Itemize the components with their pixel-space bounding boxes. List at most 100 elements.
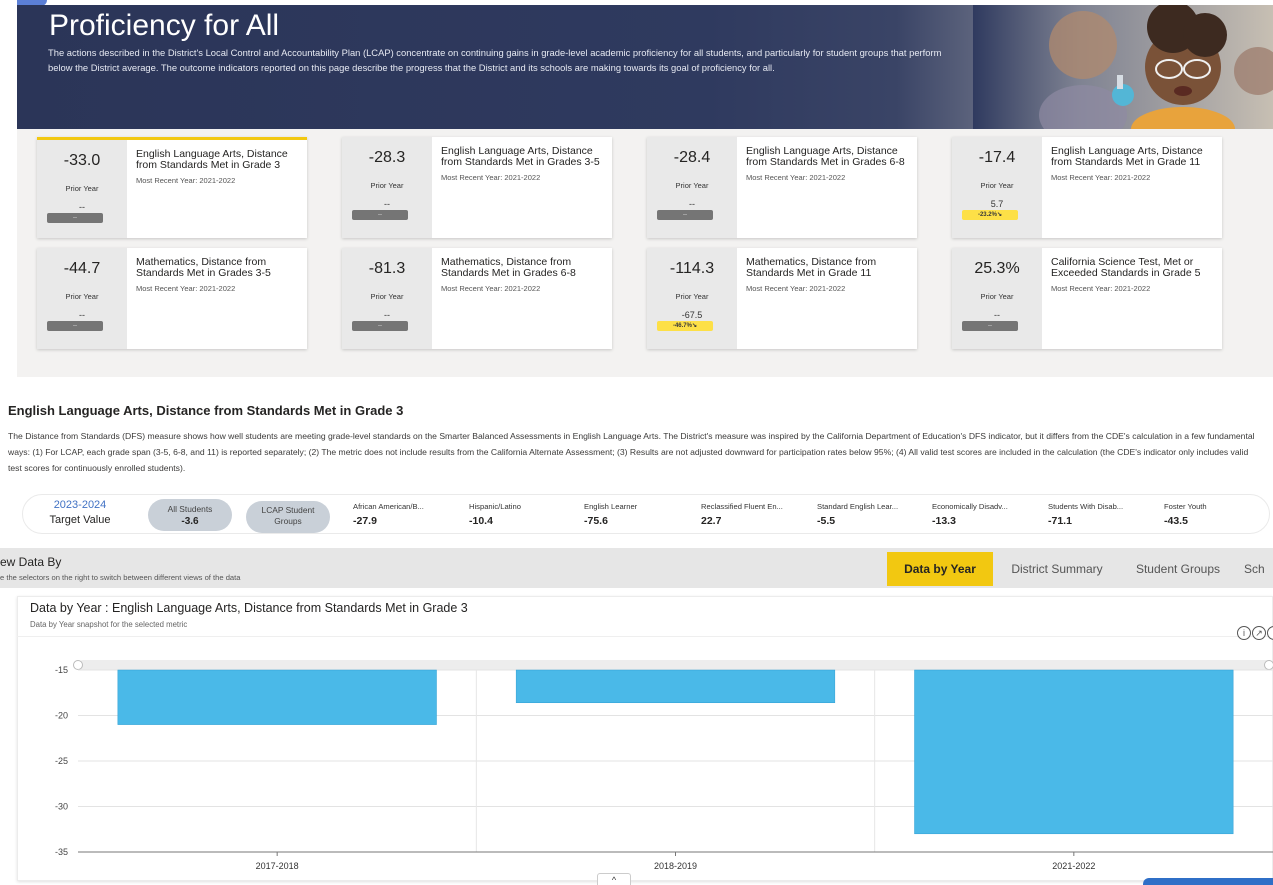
card-metric-name: California Science Test, Met or Exceeded… [1051,256,1201,279]
card-kpi: -17.4 Prior Year 5.7 -23.2%↘ [952,137,1042,238]
chevron-up-icon[interactable]: ^ [597,873,631,885]
group-value: -10.4 [469,515,493,527]
card-change-badge: -23.2%↘ [962,210,1018,220]
card-prior-label: Prior Year [675,181,709,190]
card-value: -17.4 [978,149,1016,166]
card-prior-label: Prior Year [980,292,1014,301]
corner-indicator [1143,878,1273,885]
card-details: English Language Arts, Distance from Sta… [127,140,307,238]
view-data-subtitle: e the selectors on the right to switch b… [0,573,241,582]
card-value: -81.3 [368,260,406,277]
card-change-badge: -- [352,210,408,220]
group-name: African American/B... [353,502,424,511]
tab-data-by-year[interactable]: Data by Year [887,552,993,586]
view-data-title: ew Data By [0,555,62,569]
group-name: Standard English Lear... [817,502,899,511]
card-value: -33.0 [63,152,101,169]
group-value: -43.5 [1164,515,1188,527]
lcap-student-groups-pill[interactable]: LCAP Student Groups [246,501,330,533]
all-students-pill[interactable]: All Students -3.6 [148,499,232,531]
student-group-target: Foster Youth -43.5 [1164,502,1273,527]
tab-schools[interactable]: Sch [1244,552,1273,586]
card-prior-label: Prior Year [370,292,404,301]
metric-card[interactable]: 25.3% Prior Year -- -- California Science Te… [952,248,1222,349]
group-name: Hispanic/Latino [469,502,521,511]
card-metric-name: English Language Arts, Distance from Sta… [441,145,600,168]
card-details: English Language Arts, Distance from Sta… [737,137,917,238]
data-by-year-chart: -15 -20 -25 -30 -35 2017-2018 2018-2019 2021-20… [55,665,1273,871]
group-name: Students With Disab... [1048,502,1124,511]
card-recent-year: Most Recent Year: 2021-2022 [441,173,541,182]
card-recent-year: Most Recent Year: 2021-2022 [136,176,236,185]
x-tick-label: 2021-2022 [1052,861,1095,871]
card-prior-label: Prior Year [65,292,99,301]
student-group-target: Hispanic/Latino -10.4 [469,502,579,527]
card-kpi: 25.3% Prior Year -- -- [952,248,1042,349]
y-tick-label: -20 [55,711,68,721]
card-metric-name: Mathematics, Distance from Standards Met… [746,256,877,279]
bar [117,669,437,725]
student-group-target: English Learner -75.6 [584,502,694,527]
group-value: -75.6 [584,515,608,527]
card-recent-year: Most Recent Year: 2021-2022 [1051,173,1151,182]
card-value: -28.4 [673,149,711,166]
lcap-groups-label: LCAP Student Groups [261,505,315,526]
hero-banner: Proficiency for All The actions describe… [17,5,1273,129]
card-metric-name: English Language Arts, Distance from Sta… [1051,145,1203,168]
metric-card[interactable]: -28.3 Prior Year -- -- English Language Arts… [342,137,612,238]
bar [515,669,836,704]
card-details: Mathematics, Distance from Standards Met… [737,248,917,349]
group-value: -13.3 [932,515,956,527]
card-value: 25.3% [974,260,1020,277]
all-students-value: -3.6 [181,516,199,527]
card-prior-value: -- [79,310,85,320]
card-change-badge: -- [352,321,408,331]
card-recent-year: Most Recent Year: 2021-2022 [1051,284,1151,293]
card-kpi: -28.3 Prior Year -- -- [342,137,432,238]
metric-card[interactable]: -33.0 Prior Year -- -- English Language Arts… [37,137,307,238]
card-prior-value: -- [79,202,85,212]
card-prior-value: -- [994,310,1000,320]
card-kpi: -33.0 Prior Year -- -- [37,140,127,238]
tab-district-summary[interactable]: District Summary [1003,552,1111,586]
y-tick-label: -35 [55,847,68,857]
card-prior-label: Prior Year [980,181,1014,190]
metric-card[interactable]: -17.4 Prior Year 5.7 -23.2%↘ English Languag… [952,137,1222,238]
x-tick-label: 2018-2019 [654,861,697,871]
card-details: Mathematics, Distance from Standards Met… [127,248,307,349]
metric-card[interactable]: -81.3 Prior Year -- -- Mathematics, Distance… [342,248,612,349]
metric-card[interactable]: -44.7 Prior Year -- -- Mathematics, Distance… [37,248,307,349]
tab-student-groups[interactable]: Student Groups [1121,552,1235,586]
info-icon[interactable]: i [1237,626,1251,640]
student-group-target: Reclassified Fluent En... 22.7 [701,502,811,527]
card-prior-value: -- [384,199,390,209]
card-kpi: -28.4 Prior Year -- -- [647,137,737,238]
card-prior-value: -- [384,310,390,320]
card-value: -28.3 [368,149,406,166]
bar [914,669,1234,835]
card-metric-name: English Language Arts, Distance from Sta… [746,145,905,168]
target-value-label: Target Value [49,514,111,526]
group-value: -27.9 [353,515,377,527]
card-details: California Science Test, Met or Exceeded… [1042,248,1222,349]
card-prior-value: -67.5 [681,310,703,320]
section-title: English Language Arts, Distance from Sta… [8,403,404,418]
banner-description: The actions described in the District's … [48,47,942,73]
group-value: -71.1 [1048,515,1072,527]
metric-card[interactable]: -28.4 Prior Year -- -- English Language Arts… [647,137,917,238]
card-metric-name: English Language Arts, Distance from Sta… [136,148,288,171]
card-metric-name: Mathematics, Distance from Standards Met… [441,256,576,279]
student-group-target: African American/B... -27.9 [353,502,463,527]
card-prior-value: 5.7 [990,199,1004,209]
group-name: Economically Disadv... [932,502,1008,511]
group-value: -5.5 [817,515,836,527]
card-prior-label: Prior Year [370,181,404,190]
card-details: English Language Arts, Distance from Sta… [1042,137,1222,238]
card-kpi: -114.3 Prior Year -67.5 -46.7%↘ [647,248,737,349]
group-value: 22.7 [701,515,722,527]
page-title: Proficiency for All [49,9,280,42]
section-description: The Distance from Standards (DFS) measur… [8,431,1255,473]
card-details: Mathematics, Distance from Standards Met… [432,248,612,349]
metric-card[interactable]: -114.3 Prior Year -67.5 -46.7%↘ Mathematics,… [647,248,917,349]
expand-icon[interactable]: ↗ [1252,626,1266,640]
